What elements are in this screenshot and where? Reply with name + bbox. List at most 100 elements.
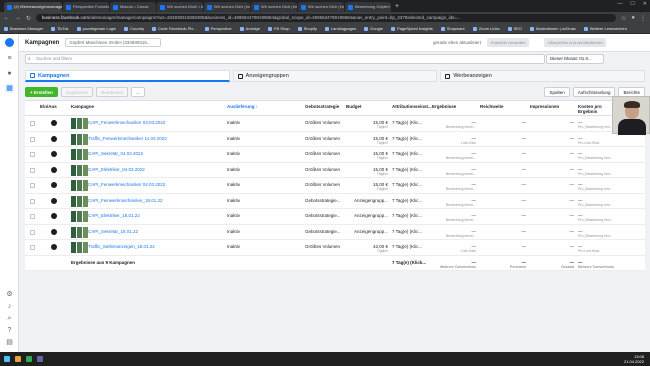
bookmark-item[interactable]: SEO — [507, 26, 522, 31]
table-row[interactable]: CAPI_Feinwerkmechaniker_18.01.22 Inaktiv G… — [25, 193, 645, 209]
campaign-name-link[interactable]: CAPI_Feinwerkmechaniker_18.01.22 — [88, 198, 223, 203]
discard-drafts-button[interactable]: Entwürfe verwerfen — [487, 38, 530, 47]
campaign-name-link[interactable]: CAPI_Fenwerkmechaniker 03.03.2022 — [88, 120, 223, 125]
col-impressions[interactable]: Impressionen — [530, 104, 559, 109]
bookmark-item[interactable]: Code Facebook-Pix... — [152, 26, 197, 31]
star-icon[interactable]: ☆ — [621, 15, 626, 22]
account-selector[interactable]: Göpfert Maschinen GmbH (334939315... — [65, 38, 162, 47]
campaign-toggle[interactable] — [51, 166, 57, 173]
duplicate-button[interactable]: Duplizieren — [60, 87, 94, 97]
settings-icon[interactable]: ⚙ — [5, 290, 14, 299]
bookmark-item[interactable]: Perspective — [204, 26, 232, 31]
review-publish-button[interactable]: Überprüfen und veröffentlichen — [544, 38, 606, 47]
account-icon[interactable]: ● — [5, 69, 14, 78]
campaign-toggle[interactable] — [51, 244, 57, 250]
table-row[interactable]: CAPI_Fenwerkmechaniker 03.03.2022 Inaktiv… — [25, 116, 645, 132]
url-field[interactable]: business.facebook.com/adsmanager/manage/… — [36, 14, 616, 22]
browser-tab[interactable]: Bewerbung Göpfert - Mediengl... — [345, 2, 391, 12]
browser-tab[interactable]: Wir suchen Dich (Instagram) — [251, 2, 297, 12]
table-row[interactable]: CAPI_Elektriker_04.03.2022 Inaktiv Größtes… — [25, 162, 645, 178]
bookmark-item[interactable]: Landingpages — [324, 26, 356, 31]
campaign-toggle[interactable] — [51, 213, 57, 219]
chrome-icon[interactable] — [26, 356, 32, 362]
campaign-name-link[interactable]: Traffic_Fenwerkmechaniker 11.03.2022 — [88, 136, 223, 141]
campaign-toggle[interactable] — [51, 151, 57, 157]
help-icon[interactable]: ? — [5, 326, 14, 335]
bookmark-item[interactable]: Business Manager — [4, 26, 43, 31]
col-budget[interactable]: Budget — [346, 104, 362, 109]
col-reach[interactable]: Reichweite — [480, 104, 504, 109]
columns-button[interactable]: Spalten — [544, 87, 570, 97]
notifications-icon[interactable]: ♪ — [5, 302, 14, 311]
row-checkbox[interactable] — [30, 214, 35, 219]
more-button[interactable]: ... — [131, 87, 145, 97]
campaign-name-link[interactable]: CAPI_Sekretär_04.03.2022 — [88, 151, 223, 156]
row-checkbox[interactable] — [30, 198, 35, 204]
menu-icon[interactable]: ⋮ — [640, 15, 646, 22]
bookmark-item[interactable]: Zoom Links — [472, 26, 500, 31]
row-checkbox[interactable] — [30, 167, 35, 173]
search-input[interactable]: ⌕ Suchen und filtern — [25, 54, 545, 64]
row-checkbox[interactable] — [30, 152, 35, 157]
search-nav-icon[interactable]: ⌕ — [5, 314, 14, 323]
campaign-name-link[interactable]: CAPI_Fenwerkmechaniker 04.03.2022 — [88, 182, 223, 187]
row-checkbox[interactable] — [30, 183, 35, 188]
menu-icon[interactable]: ≡ — [5, 54, 14, 63]
browser-tab[interactable]: Wir suchen Dich! • Instagram — [157, 2, 203, 12]
campaign-name-link[interactable]: Traffic_Stellenanzeigen_18.01.22 — [88, 244, 223, 249]
campaign-name-link[interactable]: CAPI_Sekretär_18.01.22 — [88, 229, 223, 234]
table-row[interactable]: CAPI_Elektriker_18.01.22 Inaktiv Gebotsstr… — [25, 209, 645, 225]
edit-button[interactable]: Bearbeiten — [96, 87, 129, 97]
campaigns-icon[interactable]: ▦ — [5, 84, 14, 93]
reload-icon[interactable]: ↻ — [26, 15, 31, 22]
campaign-toggle[interactable] — [51, 135, 57, 142]
table-row[interactable]: CAPI_Sekretär_04.03.2022 Inaktiv Größtes V… — [25, 147, 645, 163]
bookmark-item[interactable]: Shopware — [440, 26, 465, 31]
maximize-icon[interactable]: ☐ — [630, 1, 634, 7]
col-bid-strategy[interactable]: Gebotsstrategie — [305, 104, 339, 109]
report-icon[interactable]: ▤ — [5, 338, 14, 347]
forward-icon[interactable]: → — [15, 15, 21, 21]
bookmark-item[interactable]: Anzeige — [239, 26, 260, 31]
col-results[interactable]: Ergebnisse — [432, 104, 456, 109]
close-icon[interactable]: ✕ — [643, 1, 647, 7]
tab-campaigns[interactable]: Kampagnen — [25, 70, 230, 82]
campaign-toggle[interactable] — [51, 120, 57, 126]
row-checkbox[interactable] — [30, 229, 35, 235]
tab-adsets[interactable]: Anzeigengruppen — [232, 70, 438, 82]
browser-tab[interactable]: Wir suchen Dich (Instagram) — [204, 2, 250, 12]
browser-tab[interactable]: Macros • Canva — [110, 2, 156, 12]
campaign-toggle[interactable] — [51, 197, 57, 204]
start-icon[interactable] — [4, 356, 10, 362]
col-attribution[interactable]: Attributionseinst... — [392, 104, 432, 109]
table-row[interactable]: Traffic_Stellenanzeigen_18.01.22 Inaktiv G… — [25, 240, 645, 256]
table-row[interactable]: CAPI_Fenwerkmechaniker 04.03.2022 Inaktiv… — [25, 178, 645, 194]
bookmark-item[interactable]: Weitere Lesezeichen — [583, 26, 627, 31]
row-checkbox[interactable] — [30, 121, 35, 126]
new-tab-icon[interactable]: + — [395, 2, 399, 12]
row-checkbox[interactable] — [30, 136, 35, 142]
campaign-name-link[interactable]: CAPI_Elektriker_04.03.2022 — [88, 167, 223, 172]
bookmark-item[interactable]: puzzlegenau Login — [76, 26, 116, 31]
table-row[interactable]: Traffic_Fenwerkmechaniker 11.03.2022 Inak… — [25, 131, 645, 147]
app-icon[interactable] — [37, 356, 43, 362]
tab-ads[interactable]: Werbeanzeigen — [440, 70, 646, 82]
col-cost-per-result[interactable]: Kosten pro Ergebnis — [578, 104, 612, 114]
campaign-toggle[interactable] — [51, 228, 57, 235]
minimize-icon[interactable]: — — [617, 1, 622, 7]
browser-tab[interactable]: Perspective Funnels — [63, 2, 109, 12]
browser-tab[interactable]: Wir suchen Dich (Instagram) — [298, 2, 344, 12]
campaign-toggle[interactable] — [51, 182, 57, 188]
table-row[interactable]: CAPI_Sekretär_18.01.22 Inaktiv Gebotsstrat… — [25, 224, 645, 240]
browser-tab[interactable]: (2) Werbeanzeigenmanager - Wer... — [4, 2, 62, 12]
back-icon[interactable]: ← — [4, 15, 10, 21]
bookmark-item[interactable]: Country — [124, 26, 144, 31]
bookmark-item[interactable]: Google — [364, 26, 383, 31]
bookmark-item[interactable]: Shopify — [297, 26, 317, 31]
bookmark-item[interactable]: PageSpeed Insights — [390, 26, 433, 31]
campaign-name-link[interactable]: CAPI_Elektriker_18.01.22 — [88, 213, 223, 218]
meta-logo-icon[interactable] — [5, 38, 14, 47]
profile-icon[interactable]: ● — [631, 15, 635, 21]
folder-icon[interactable] — [15, 356, 21, 362]
breakdown-button[interactable]: Aufschlüsselung — [572, 87, 616, 97]
